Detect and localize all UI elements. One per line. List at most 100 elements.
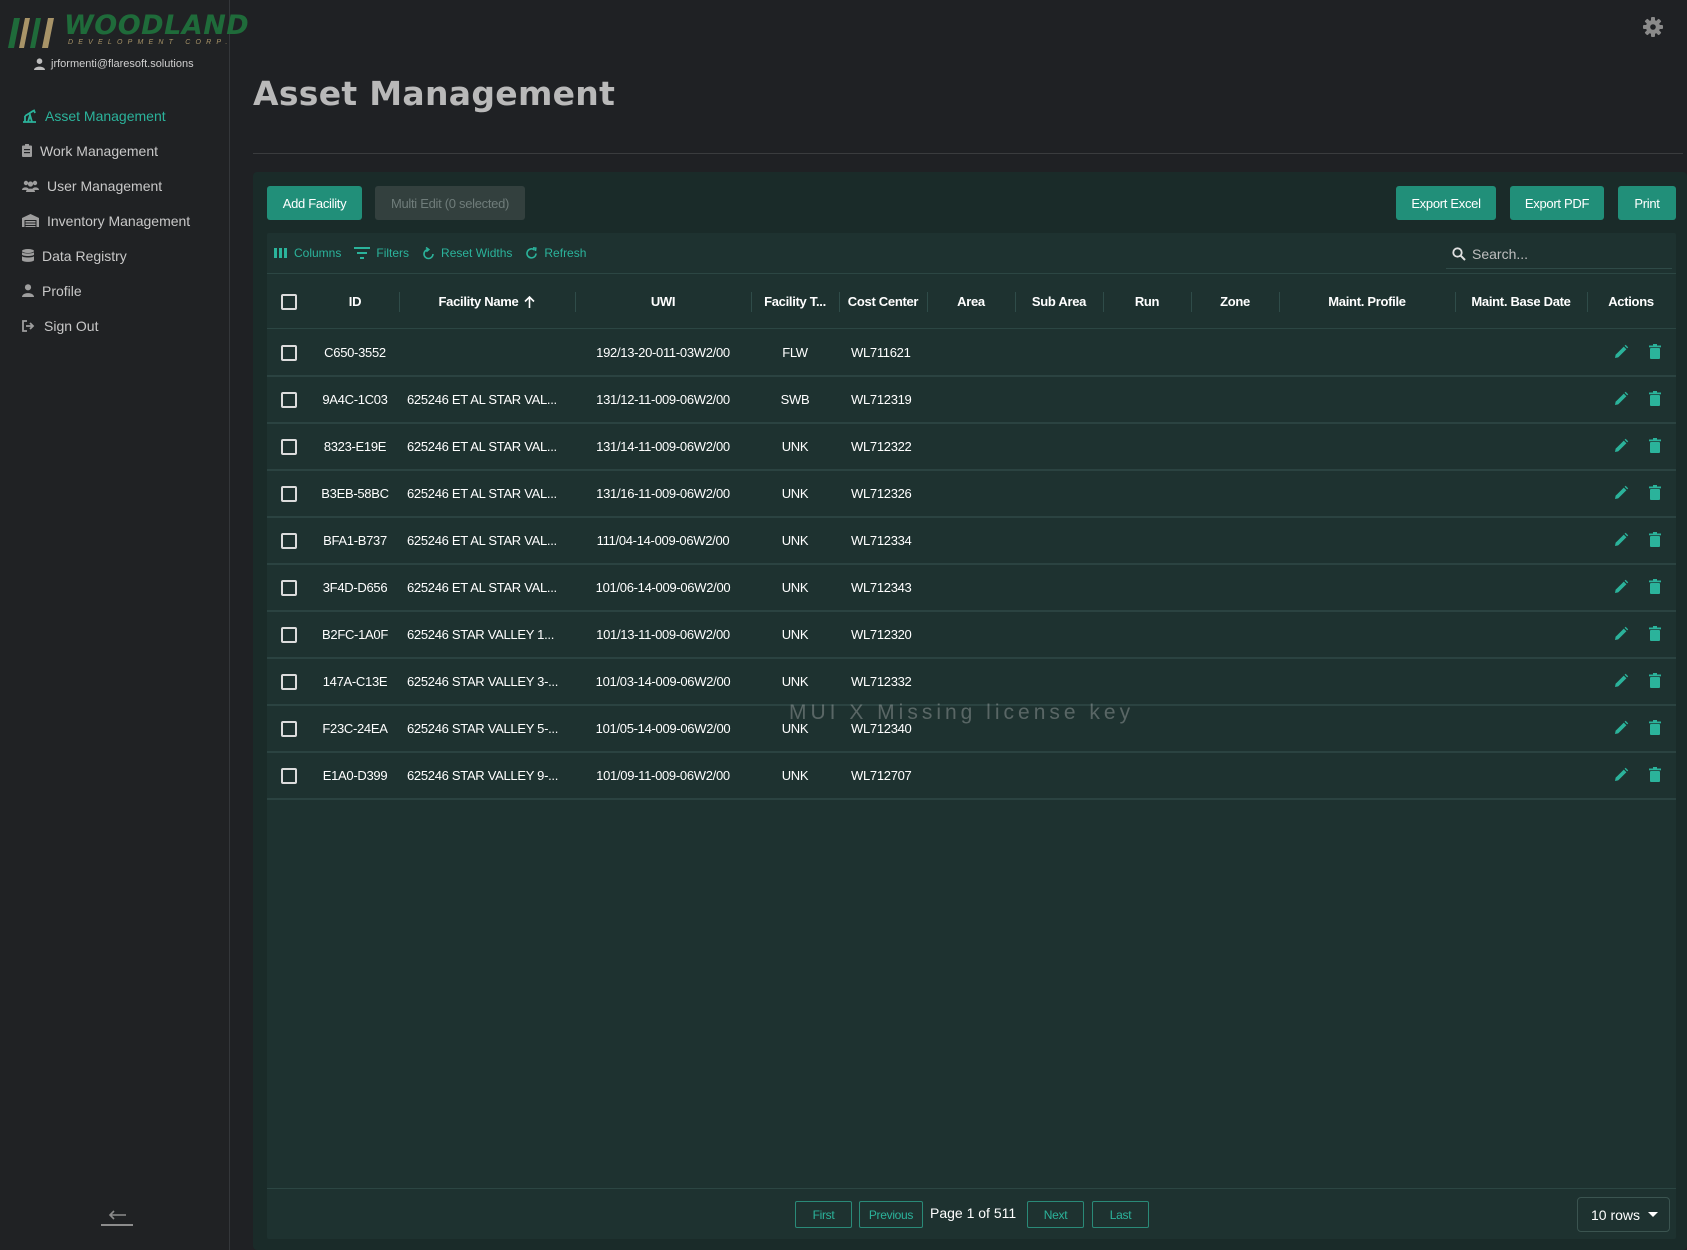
cell-facility-type: UNK — [781, 486, 809, 501]
edit-icon[interactable] — [1612, 343, 1630, 361]
columns-button[interactable]: Columns — [274, 246, 341, 260]
delete-icon[interactable] — [1646, 531, 1664, 549]
column-header-zone[interactable]: Zone — [1191, 274, 1279, 329]
row-checkbox[interactable] — [281, 626, 297, 643]
table-row[interactable]: 9A4C-1C03 625246 ET AL STAR VAL... 131/12-… — [267, 377, 1676, 424]
row-checkbox[interactable] — [281, 438, 297, 455]
row-checkbox[interactable] — [281, 579, 297, 596]
table-row[interactable]: F23C-24EA 625246 STAR VALLEY 5-... 101/05-… — [267, 706, 1676, 753]
edit-icon[interactable] — [1612, 625, 1630, 643]
refresh-button[interactable]: Refresh — [525, 246, 586, 260]
edit-icon[interactable] — [1612, 578, 1630, 596]
delete-icon[interactable] — [1646, 766, 1664, 784]
column-header-cost-center[interactable]: Cost Center — [839, 274, 927, 329]
sidebar-item-sign-out[interactable]: Sign Out — [0, 308, 229, 343]
print-button[interactable]: Print — [1618, 186, 1676, 220]
sidebar-item-work-management[interactable]: Work Management — [0, 133, 229, 168]
gear-icon[interactable] — [1643, 17, 1663, 37]
logo-wordmark: WOODLAND — [64, 10, 250, 41]
export-excel-button[interactable]: Export Excel — [1396, 186, 1496, 220]
cell-cost-center: WL712707 — [851, 768, 912, 783]
multi-edit-button[interactable]: Multi Edit (0 selected) — [375, 186, 525, 220]
table-row[interactable]: B3EB-58BC 625246 ET AL STAR VAL... 131/16-… — [267, 471, 1676, 518]
row-checkbox[interactable] — [281, 344, 297, 361]
cell-cost-center: WL712320 — [851, 627, 912, 642]
row-select-cell — [267, 659, 311, 704]
filters-button[interactable]: Filters — [354, 246, 409, 260]
column-header-maint-profile[interactable]: Maint. Profile — [1279, 274, 1455, 329]
cell-facility-type: UNK — [781, 721, 809, 736]
column-header-uwi[interactable]: UWI — [575, 274, 751, 329]
table-row[interactable]: 147A-C13E 625246 STAR VALLEY 3-... 101/03-… — [267, 659, 1676, 706]
row-select-cell — [267, 565, 311, 610]
delete-icon[interactable] — [1646, 578, 1664, 596]
sidebar-item-data-registry[interactable]: Data Registry — [0, 238, 229, 273]
edit-icon[interactable] — [1612, 531, 1630, 549]
column-header-sub-area[interactable]: Sub Area — [1015, 274, 1103, 329]
edit-icon[interactable] — [1612, 484, 1630, 502]
search-input[interactable] — [1472, 245, 1662, 262]
column-header-label: Facility Name — [438, 294, 519, 309]
user-icon — [22, 284, 34, 297]
row-checkbox[interactable] — [281, 767, 297, 784]
row-select-cell — [267, 612, 311, 657]
edit-icon[interactable] — [1612, 390, 1630, 408]
row-select-cell — [267, 377, 311, 422]
last-page-button[interactable]: Last — [1092, 1201, 1149, 1228]
row-checkbox[interactable] — [281, 391, 297, 408]
cell-uwi: 192/13-20-011-03W2/00 — [596, 345, 730, 360]
previous-page-button[interactable]: Previous — [859, 1201, 923, 1228]
cell-cost-center: WL712326 — [851, 486, 912, 501]
delete-icon[interactable] — [1646, 484, 1664, 502]
rows-per-page-select[interactable]: 10 rows — [1577, 1197, 1670, 1232]
row-checkbox[interactable] — [281, 720, 297, 737]
delete-icon[interactable] — [1646, 625, 1664, 643]
edit-icon[interactable] — [1612, 437, 1630, 455]
table-row[interactable]: 3F4D-D656 625246 ET AL STAR VAL... 101/06-… — [267, 565, 1676, 612]
edit-icon[interactable] — [1612, 672, 1630, 690]
collapse-sidebar-button[interactable] — [100, 1204, 134, 1232]
column-header-area[interactable]: Area — [927, 274, 1015, 329]
export-pdf-button[interactable]: Export PDF — [1510, 186, 1604, 220]
sign-out-icon — [22, 319, 35, 332]
cell-facility-name: 625246 ET AL STAR VAL... — [407, 392, 557, 407]
next-page-button[interactable]: Next — [1027, 1201, 1084, 1228]
clipboard-icon — [22, 144, 32, 157]
column-header-run[interactable]: Run — [1103, 274, 1191, 329]
sidebar-item-user-management[interactable]: User Management — [0, 168, 229, 203]
column-header-maint-base-date[interactable]: Maint. Base Date — [1455, 274, 1587, 329]
filters-label: Filters — [376, 246, 410, 260]
edit-icon[interactable] — [1612, 766, 1630, 784]
table-row[interactable]: BFA1-B737 625246 ET AL STAR VAL... 111/04-… — [267, 518, 1676, 565]
row-checkbox[interactable] — [281, 532, 297, 549]
sidebar-item-asset-management[interactable]: Asset Management — [0, 98, 229, 133]
page-title: Asset Management — [253, 74, 616, 113]
row-checkbox[interactable] — [281, 673, 297, 690]
table-row[interactable]: E1A0-D399 625246 STAR VALLEY 9-... 101/09-… — [267, 753, 1676, 800]
row-checkbox[interactable] — [281, 485, 297, 502]
cell-facility-type: UNK — [781, 627, 809, 642]
first-page-button[interactable]: First — [795, 1201, 852, 1228]
sidebar-item-inventory-management[interactable]: Inventory Management — [0, 203, 229, 238]
column-header-facility-name[interactable]: Facility Name — [399, 274, 575, 329]
delete-icon[interactable] — [1646, 437, 1664, 455]
delete-icon[interactable] — [1646, 672, 1664, 690]
column-header-facility-type[interactable]: Facility T... — [751, 274, 839, 329]
cell-facility-name: 625246 ET AL STAR VAL... — [407, 486, 557, 501]
sidebar-item-profile[interactable]: Profile — [0, 273, 229, 308]
edit-icon[interactable] — [1612, 719, 1630, 737]
column-header-id[interactable]: ID — [311, 274, 399, 329]
table-row[interactable]: C650-3552 192/13-20-011-03W2/00 FLW WL71162… — [267, 330, 1676, 377]
add-facility-button[interactable]: Add Facility — [267, 186, 362, 220]
table-row[interactable]: B2FC-1A0F 625246 STAR VALLEY 1... 101/13-1… — [267, 612, 1676, 659]
delete-icon[interactable] — [1646, 719, 1664, 737]
select-all-checkbox[interactable] — [281, 293, 297, 310]
users-icon — [22, 180, 39, 192]
cell-cost-center: WL712322 — [851, 439, 912, 454]
sidebar-item-label: Asset Management — [45, 107, 166, 124]
sidebar-item-label: Data Registry — [42, 247, 127, 264]
table-row[interactable]: 8323-E19E 625246 ET AL STAR VAL... 131/14-… — [267, 424, 1676, 471]
delete-icon[interactable] — [1646, 343, 1664, 361]
reset-widths-button[interactable]: Reset Widths — [422, 246, 512, 260]
delete-icon[interactable] — [1646, 390, 1664, 408]
